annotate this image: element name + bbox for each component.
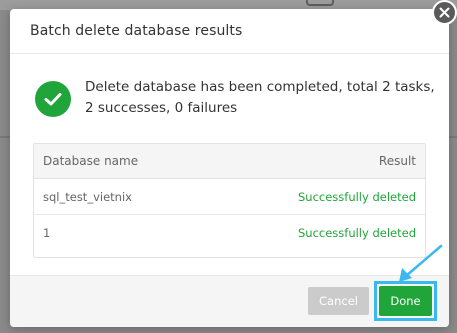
results-table: Database name Result sql_test_vietnix Su… [33,143,426,258]
close-icon [439,3,450,22]
dialog-header: Batch delete database results [10,9,449,54]
column-database-name: Database name [43,154,139,168]
column-result: Result [378,154,416,168]
close-button[interactable] [432,0,457,25]
check-circle-icon [35,81,71,117]
cancel-button[interactable]: Cancel [308,287,369,315]
row-database-name: 1 [43,226,51,240]
row-result: Successfully deleted [297,226,416,240]
done-button[interactable]: Done [379,286,432,316]
dialog-title: Batch delete database results [30,23,243,39]
background-button [306,0,334,6]
row-database-name: sql_test_vietnix [43,189,132,204]
result-summary: Delete database has been completed, tota… [35,77,435,119]
table-row: 1 Successfully deleted [34,215,425,251]
row-result: Successfully deleted [297,189,416,204]
table-header: Database name Result [34,144,425,179]
batch-delete-results-dialog: Batch delete database results Delete dat… [10,9,449,327]
table-row: sql_test_vietnix Successfully deleted [34,179,425,215]
summary-text: Delete database has been completed, tota… [85,79,435,116]
